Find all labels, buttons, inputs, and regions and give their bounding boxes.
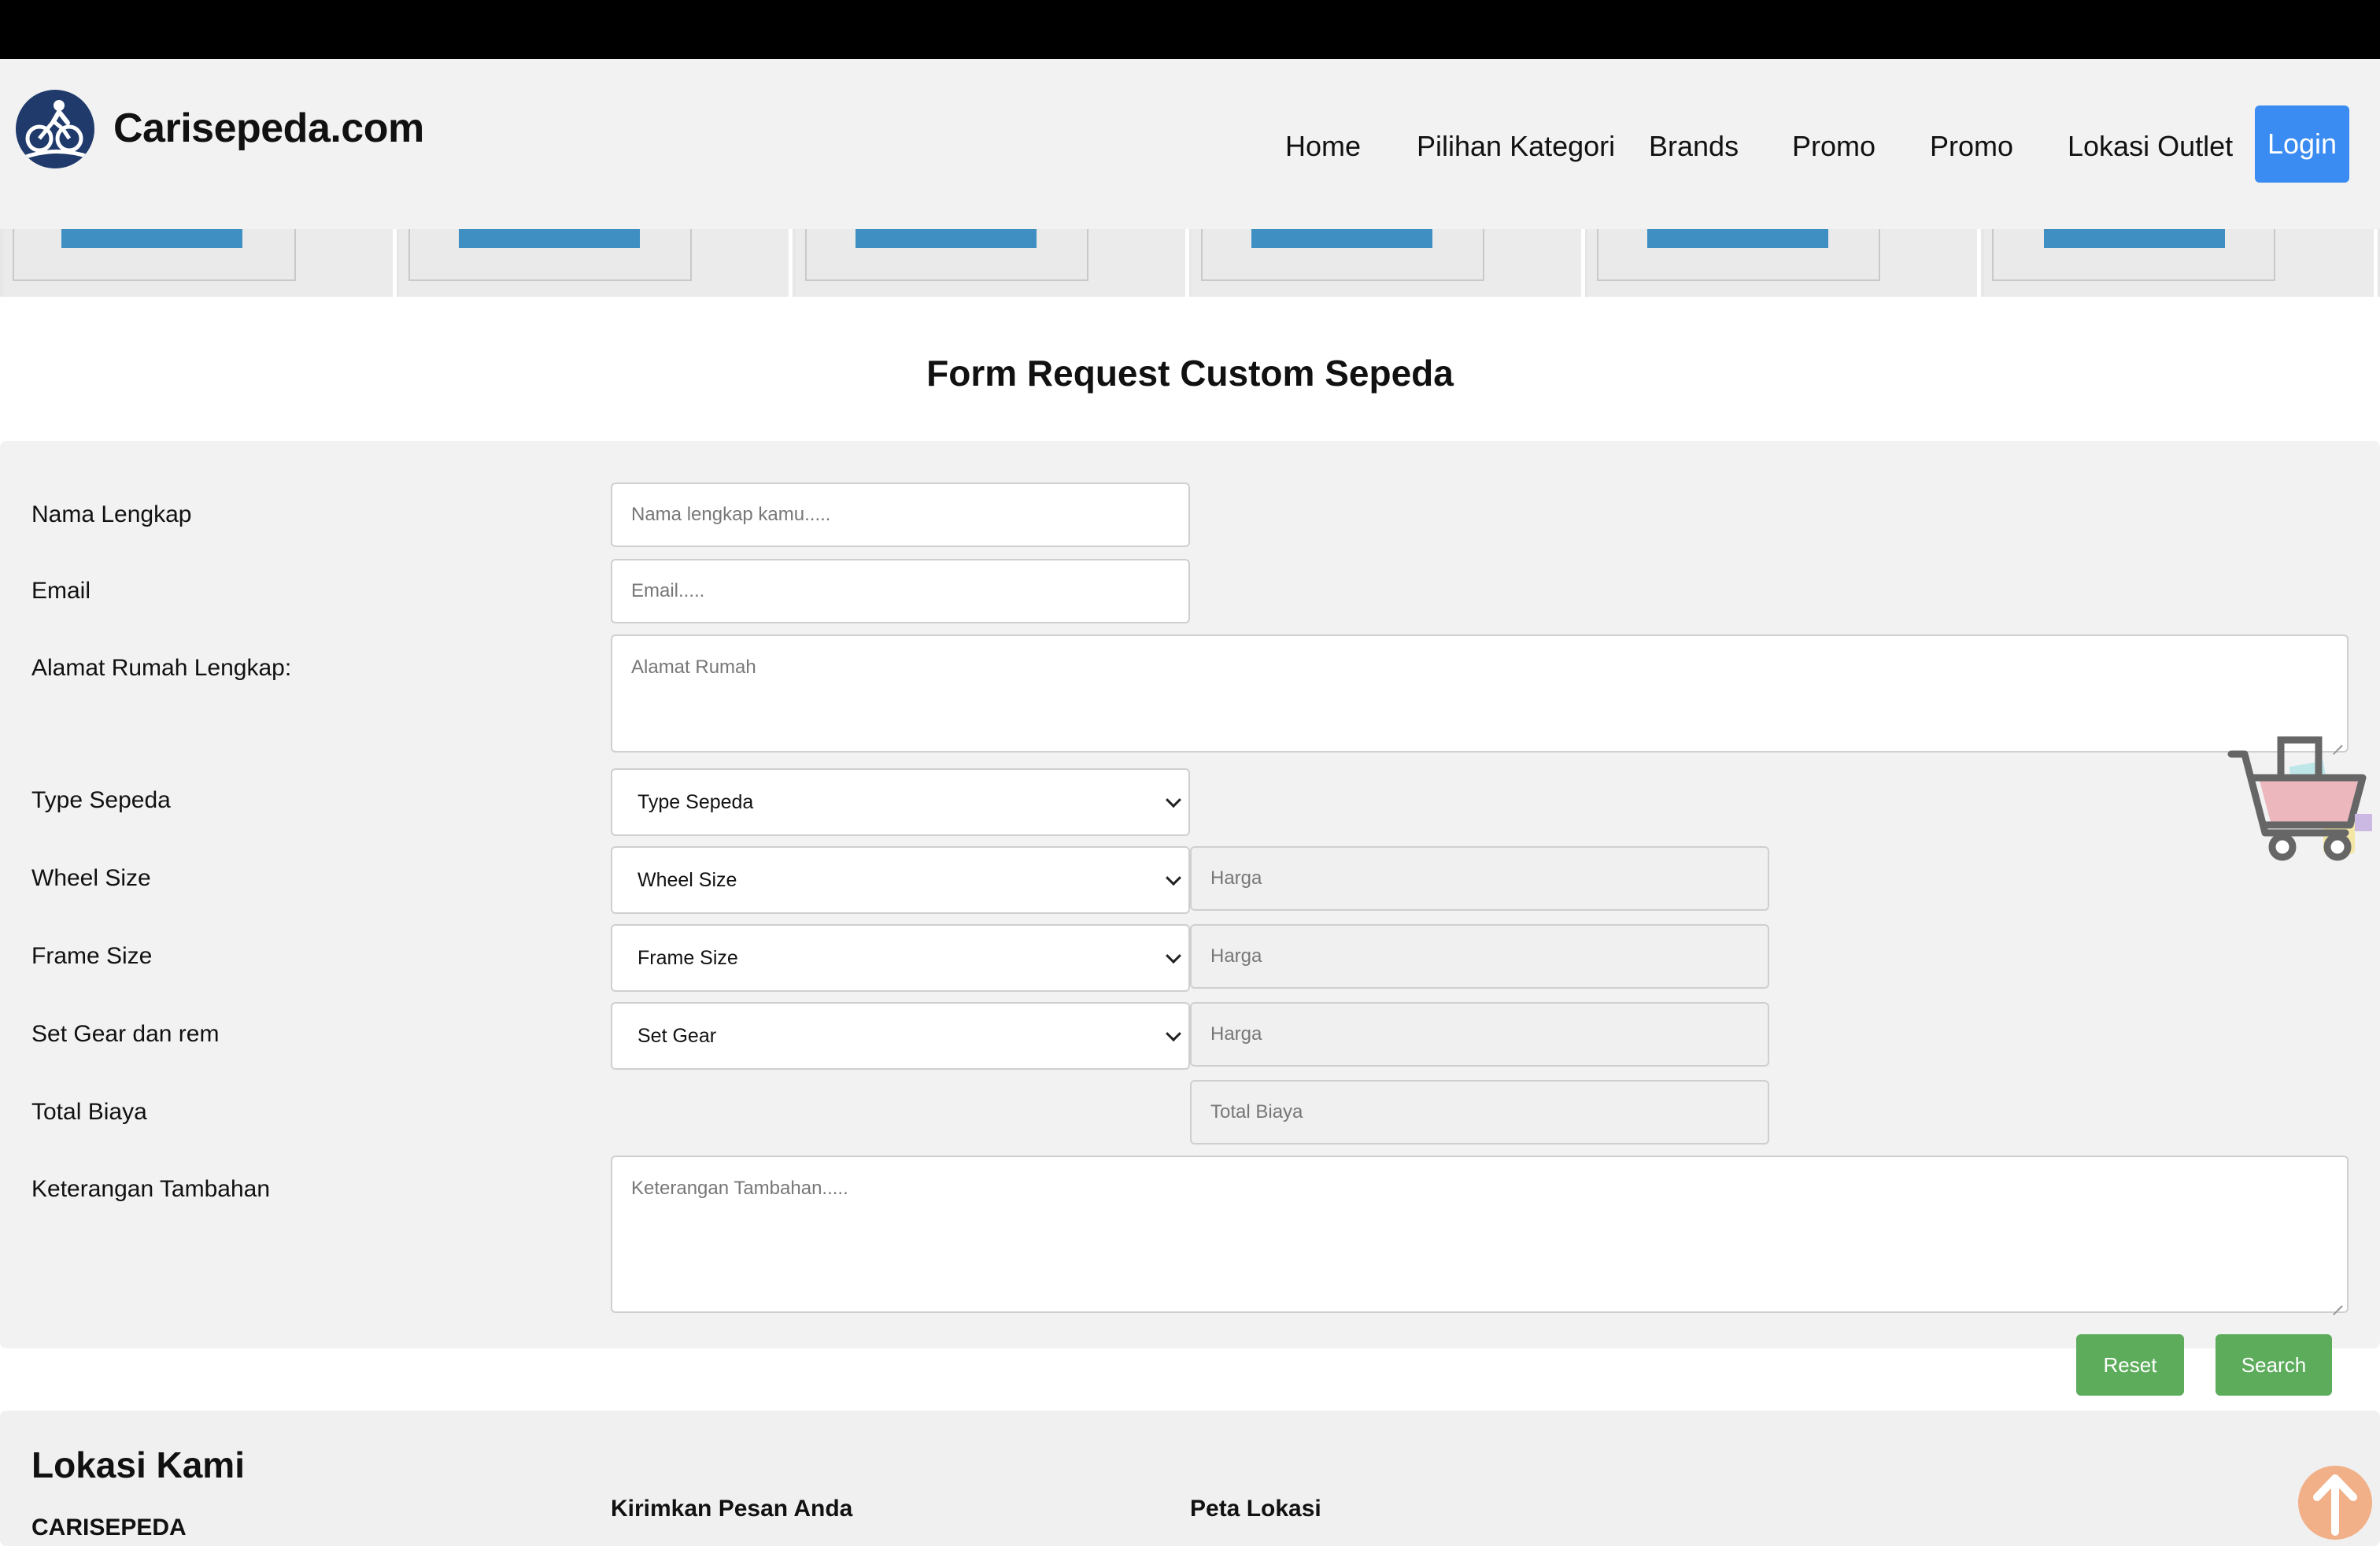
notes-label: Keterangan Tambahan: [31, 1176, 271, 1202]
total-label: Total Biaya: [31, 1099, 147, 1125]
bike-type-value: Type Sepeda: [638, 790, 754, 813]
address-textarea[interactable]: Alamat Rumah: [611, 634, 2349, 753]
name-label: Nama Lengkap: [31, 501, 192, 527]
footer-title: Lokasi Kami: [31, 1444, 245, 1485]
product-card: Tambah Ke Troli: [796, 229, 1189, 297]
chevron-down-icon: [1166, 792, 1181, 808]
address-label: Alamat Rumah Lengkap:: [31, 655, 292, 681]
frame-size-value: Frame Size: [638, 946, 738, 969]
site-header: Carisepeda.com Home Pilihan Kategori Bra…: [0, 59, 2380, 229]
shopping-cart-icon[interactable]: [2227, 732, 2377, 866]
custom-bike-form: Nama Lengkap Nama lengkap kamu..... Emai…: [0, 441, 2380, 1348]
brand-name[interactable]: Carisepeda.com: [113, 105, 424, 152]
gear-price-field[interactable]: Harga: [1190, 1002, 1769, 1067]
nav-promo-2[interactable]: Promo: [1930, 130, 2013, 163]
product-card: Tambah Ke Troli: [399, 229, 793, 297]
add-to-cart-button[interactable]: Tambah Ke Troli: [1647, 229, 1828, 248]
product-card: Tambah Ke Troli: [3, 229, 397, 297]
product-card: Tambah Ke Troli: [1192, 229, 1585, 297]
message-heading: Kirimkan Pesan Anda: [611, 1496, 853, 1522]
bike-type-select[interactable]: Type Sepeda: [611, 768, 1190, 836]
reset-button[interactable]: Reset: [2076, 1334, 2184, 1396]
nav-pilihan-kategori[interactable]: Pilihan Kategori: [1417, 130, 1615, 163]
form-title: Form Request Custom Sepeda: [926, 353, 1454, 394]
add-to-cart-button[interactable]: Tambah Ke Troli: [61, 229, 242, 248]
add-to-cart-button[interactable]: Tambah Ke Troli: [2044, 229, 2225, 248]
chevron-down-icon: [1166, 1026, 1181, 1042]
chevron-down-icon: [1166, 948, 1181, 964]
product-card: Tambah Ke Troli: [1587, 229, 1981, 297]
gear-value: Set Gear: [638, 1024, 717, 1047]
map-heading: Peta Lokasi: [1190, 1496, 1321, 1522]
wheel-size-value: Wheel Size: [638, 868, 737, 891]
wheel-price-field[interactable]: Harga: [1190, 846, 1769, 911]
add-to-cart-button[interactable]: Tambah Ke Troli: [459, 229, 640, 248]
wheel-size-label: Wheel Size: [31, 865, 151, 891]
nav-promo[interactable]: Promo: [1792, 130, 1876, 163]
window-top-bar: [0, 0, 2380, 59]
company-name: CARISEPEDA: [31, 1515, 187, 1540]
product-card: Tambah Ke Troli: [1984, 229, 2378, 297]
notes-textarea[interactable]: Keterangan Tambahan.....: [611, 1156, 2349, 1313]
name-field[interactable]: Nama lengkap kamu.....: [611, 483, 1190, 547]
arrow-up-icon[interactable]: [2298, 1466, 2372, 1540]
chevron-down-icon: [1166, 870, 1181, 886]
bike-type-label: Type Sepeda: [31, 787, 171, 813]
frame-size-select[interactable]: Frame Size: [611, 924, 1190, 992]
total-cost-field[interactable]: Total Biaya: [1190, 1080, 1769, 1145]
cyclist-logo-icon[interactable]: [16, 90, 94, 168]
resize-handle-icon[interactable]: [2331, 1296, 2342, 1307]
gear-select[interactable]: Set Gear: [611, 1002, 1190, 1070]
email-field[interactable]: Email.....: [611, 559, 1190, 623]
nav-lokasi-outlet[interactable]: Lokasi Outlet: [2068, 130, 2233, 163]
search-button[interactable]: Search: [2216, 1334, 2332, 1396]
add-to-cart-button[interactable]: Tambah Ke Troli: [1251, 229, 1432, 248]
address-placeholder: Alamat Rumah: [631, 656, 756, 678]
login-button[interactable]: Login: [2255, 105, 2349, 183]
add-to-cart-button[interactable]: Tambah Ke Troli: [856, 229, 1037, 248]
product-strip: Tambah Ke Troli Tambah Ke Troli Tambah K…: [0, 229, 2380, 297]
footer-location: Lokasi Kami CARISEPEDA Kirimkan Pesan An…: [0, 1411, 2380, 1546]
frame-price-field[interactable]: Harga: [1190, 924, 1769, 989]
nav-brands[interactable]: Brands: [1649, 130, 1739, 163]
nav-home[interactable]: Home: [1285, 130, 1361, 163]
email-label: Email: [31, 578, 91, 604]
frame-size-label: Frame Size: [31, 943, 153, 969]
notes-placeholder: Keterangan Tambahan.....: [631, 1178, 848, 1199]
gear-label: Set Gear dan rem: [31, 1021, 220, 1047]
wheel-size-select[interactable]: Wheel Size: [611, 846, 1190, 914]
